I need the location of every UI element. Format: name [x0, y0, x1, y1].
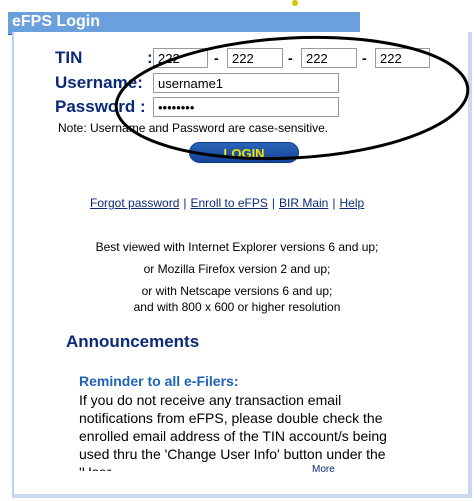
username-label: Username:: [55, 73, 143, 92]
tin-field-1[interactable]: [153, 48, 208, 68]
more-link[interactable]: More: [310, 464, 337, 475]
link-separator: |: [271, 196, 275, 210]
tin-dash-3: -: [362, 50, 367, 66]
tin-label: TIN: [55, 48, 83, 67]
top-bar-dot: [292, 0, 298, 6]
top-bar: [0, 0, 474, 12]
help-link[interactable]: Help: [339, 196, 364, 210]
forgot-password-link[interactable]: Forgot password: [90, 196, 179, 210]
enroll-link[interactable]: Enroll to eFPS: [191, 196, 268, 210]
reminder-body: If you do not receive any transaction em…: [79, 392, 387, 471]
header-title: eFPS Login: [12, 13, 100, 30]
link-separator: |: [183, 196, 187, 210]
login-button[interactable]: LOGIN: [189, 142, 299, 163]
case-sensitive-note: Note: Username and Password are case-sen…: [58, 121, 329, 135]
tin-field-4[interactable]: [375, 48, 430, 68]
browser-note-2: or Mozilla Firefox version 2 and up;: [143, 262, 331, 276]
bir-main-link[interactable]: BIR Main: [279, 196, 328, 210]
tin-field-3[interactable]: [301, 48, 357, 68]
tin-field-2[interactable]: [227, 48, 283, 68]
tin-dash-1: -: [214, 50, 219, 66]
links-row: Forgot password | Enroll to eFPS | BIR Main |…: [90, 196, 364, 210]
tin-dash-2: -: [288, 50, 293, 66]
reminder-title: Reminder to all e-Filers:: [79, 373, 239, 389]
browser-note-1: Best viewed with Internet Explorer versi…: [95, 240, 379, 254]
link-separator: |: [332, 196, 336, 210]
password-field[interactable]: [153, 97, 339, 117]
password-label: Password :: [55, 97, 146, 116]
username-field[interactable]: [153, 73, 339, 93]
announcements-title: Announcements: [66, 332, 200, 351]
tin-colon: :: [147, 48, 153, 67]
browser-note-4: and with 800 x 600 or higher resolution: [133, 300, 341, 314]
browser-note-3: or with Netscape versions 6 and up;: [141, 284, 333, 298]
